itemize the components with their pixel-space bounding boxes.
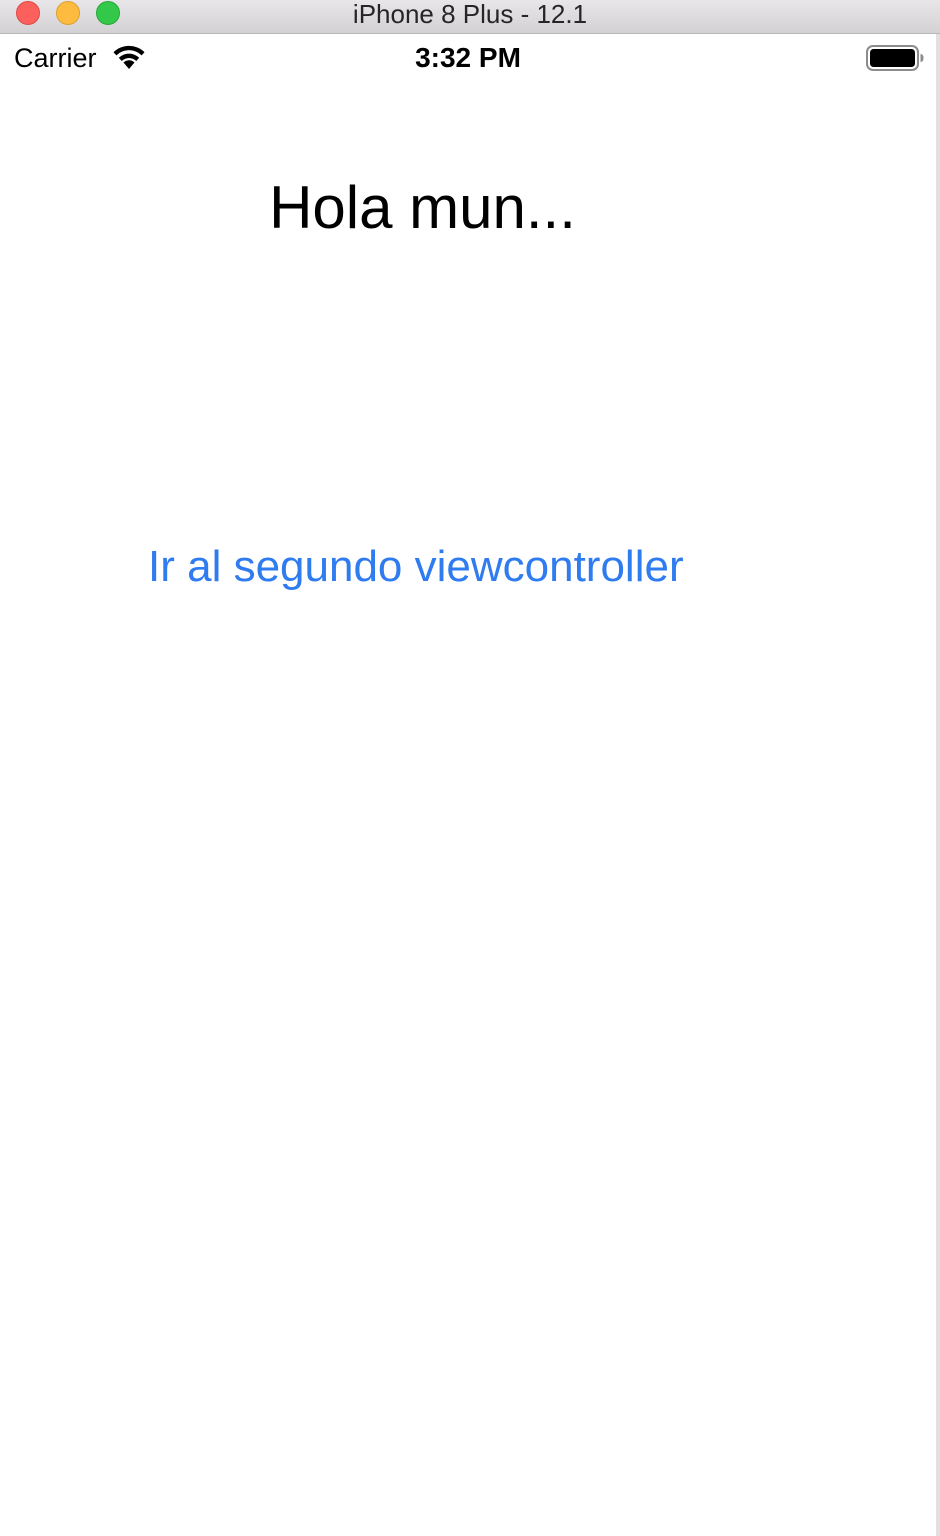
hello-label: Hola mun... <box>269 174 576 241</box>
window-title: iPhone 8 Plus - 12.1 <box>352 0 588 29</box>
title-bar[interactable]: iPhone 8 Plus - 12.1 <box>0 0 940 34</box>
window-edge <box>936 34 940 1536</box>
clock-time: 3:32 PM <box>415 42 521 73</box>
go-to-second-viewcontroller-button[interactable]: Ir al segundo viewcontroller <box>148 540 684 594</box>
battery-icon <box>866 45 924 71</box>
ios-status-bar: Carrier 3:32 PM <box>0 34 936 82</box>
simulator-window: iPhone 8 Plus - 12.1 Carrier 3:32 PM Hol… <box>0 0 940 1536</box>
